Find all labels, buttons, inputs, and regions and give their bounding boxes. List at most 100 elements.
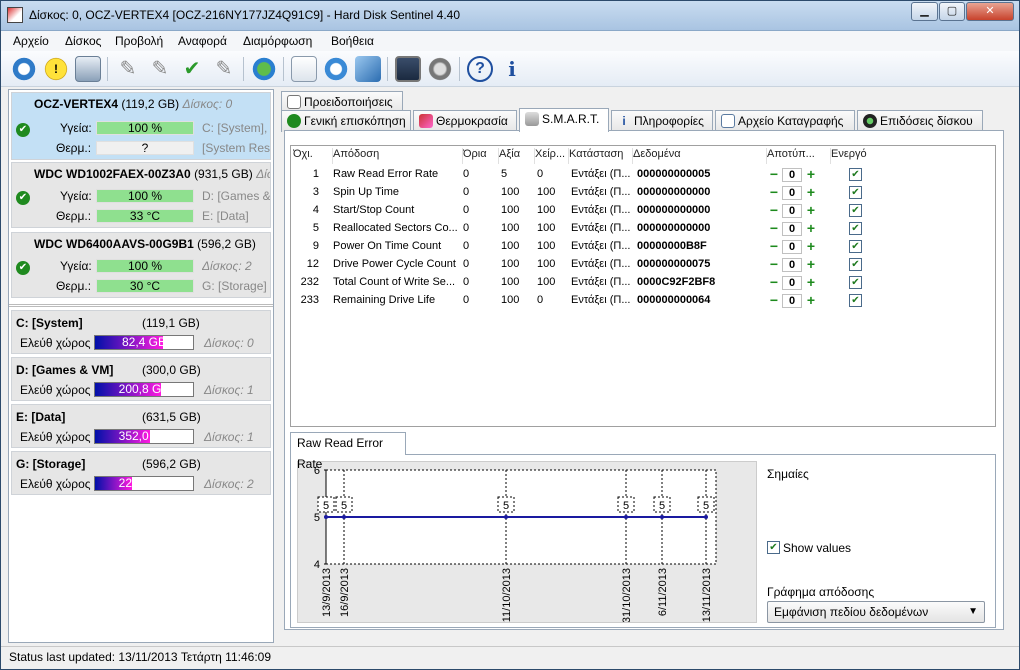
app-icon[interactable] [7, 7, 23, 23]
disk-card-2[interactable]: WDC WD6400AAVS-00G9B1 (596,2 GB) ✔ Υγεία… [11, 232, 271, 298]
plus-icon[interactable]: + [804, 239, 818, 254]
enabled-checkbox[interactable]: ✔ [849, 276, 862, 289]
tab-log[interactable]: Αρχείο Καταγραφής [715, 110, 855, 132]
volume-d[interactable]: D: [Games & VM] (300,0 GB) Ελεύθ χώρος 2… [11, 357, 271, 401]
report-icon[interactable] [291, 56, 317, 82]
volume-g[interactable]: G: [Storage] (596,2 GB) Ελεύθ χώρος 225,… [11, 451, 271, 495]
table-row[interactable]: 5 Reallocated Sectors Co... 0 100 100 Εντάξει… [291, 220, 881, 238]
menu-help[interactable]: Βοήθεια [331, 34, 374, 48]
plus-icon[interactable]: + [804, 275, 818, 290]
enabled-checkbox[interactable]: ✔ [849, 186, 862, 199]
minus-icon[interactable]: − [767, 257, 781, 272]
offset-stepper[interactable]: −0 + [767, 293, 819, 309]
offset-stepper[interactable]: −0 + [767, 275, 819, 291]
offset-stepper[interactable]: −0 + [767, 203, 819, 219]
maximize-button[interactable]: ▢ [939, 2, 965, 21]
offset-value[interactable]: 0 [782, 168, 802, 182]
tab-graph-attribute[interactable]: Raw Read Error Rate [290, 432, 406, 471]
disk-card-1[interactable]: WDC WD1002FAEX-00Z3A0 (931,5 GB) Δίσκ ✔ … [11, 162, 271, 228]
col-threshold[interactable]: Όρια [463, 148, 499, 164]
plus-icon[interactable]: + [804, 257, 818, 272]
col-status[interactable]: Κατάσταση [569, 148, 633, 164]
close-button[interactable]: ✕ [966, 2, 1014, 21]
refresh-icon[interactable] [11, 56, 37, 82]
menu-disk[interactable]: Δίσκος [65, 34, 101, 48]
minus-icon[interactable]: − [767, 275, 781, 290]
table-row[interactable]: 1 Raw Read Error Rate 0 5 0 Εντάξει (Π... 0000… [291, 166, 881, 184]
offset-value[interactable]: 0 [782, 258, 802, 272]
minus-icon[interactable]: − [767, 167, 781, 182]
col-enabled[interactable]: Ενεργό [831, 148, 879, 164]
minus-icon[interactable]: − [767, 221, 781, 236]
minus-icon[interactable]: − [767, 239, 781, 254]
graph-type-select[interactable]: Εμφάνιση πεδίου δεδομένων ▼ [767, 601, 985, 623]
offset-stepper[interactable]: −0 + [767, 167, 819, 183]
volume-c[interactable]: C: [System] (119,1 GB) Ελεύθ χώρος 82,4 … [11, 310, 271, 354]
plus-icon[interactable]: + [804, 221, 818, 236]
disk-icon[interactable] [75, 56, 101, 82]
menu-view[interactable]: Προβολή [115, 34, 163, 48]
offset-stepper[interactable]: −0 + [767, 185, 819, 201]
title-bar[interactable]: Δίσκος: 0, OCZ-VERTEX4 [OCZ-216NY177JZ4Q… [1, 1, 1019, 31]
offset-value[interactable]: 0 [782, 204, 802, 218]
offset-stepper[interactable]: −0 + [767, 221, 819, 237]
table-row[interactable]: 233 Remaining Drive Life 0 100 0 Εντάξει (Π..… [291, 292, 881, 310]
offset-stepper[interactable]: −0 + [767, 239, 819, 255]
wrench-icon[interactable]: ✎ [115, 56, 141, 82]
enabled-checkbox[interactable]: ✔ [849, 294, 862, 307]
offset-value[interactable]: 0 [782, 222, 802, 236]
speaker-icon[interactable] [427, 56, 453, 82]
plus-icon[interactable]: + [804, 293, 818, 308]
minus-icon[interactable]: − [767, 203, 781, 218]
checkbox-icon[interactable]: ✔ [767, 541, 780, 554]
table-row[interactable]: 9 Power On Time Count 0 100 100 Εντάξει (Π...… [291, 238, 881, 256]
disk-card-0[interactable]: OCZ-VERTEX4 (119,2 GB) Δίσκος: 0 ✔ Υγεία… [11, 92, 271, 160]
volume-e[interactable]: E: [Data] (631,5 GB) Ελεύθ χώρος 352,0 G… [11, 404, 271, 448]
globe-icon[interactable] [251, 56, 277, 82]
enabled-checkbox[interactable]: ✔ [849, 222, 862, 235]
enabled-checkbox[interactable]: ✔ [849, 240, 862, 253]
enabled-checkbox[interactable]: ✔ [849, 168, 862, 181]
tab-smart[interactable]: S.M.A.R.T. [519, 108, 609, 132]
plus-icon[interactable]: + [804, 203, 818, 218]
menu-report[interactable]: Αναφορά [178, 34, 227, 48]
plus-icon[interactable]: + [804, 167, 818, 182]
table-row[interactable]: 232 Total Count of Write Se... 0 100 100 Εντά… [291, 274, 881, 292]
offset-value[interactable]: 0 [782, 186, 802, 200]
show-values-checkbox[interactable]: ✔ Show values [767, 541, 887, 557]
info-icon[interactable]: i [499, 56, 525, 82]
wrench-settings-icon[interactable]: ✎ [147, 56, 173, 82]
plus-icon[interactable]: + [804, 185, 818, 200]
tab-information[interactable]: i Πληροφορίες [611, 110, 713, 132]
col-attribute[interactable]: Απόδοση [333, 148, 463, 164]
menu-configuration[interactable]: Διαμόρφωση [243, 34, 312, 48]
enabled-checkbox[interactable]: ✔ [849, 258, 862, 271]
col-id[interactable]: Όχι. [293, 148, 333, 164]
menu-file[interactable]: Αρχείο [13, 34, 49, 48]
update-icon[interactable] [323, 56, 349, 82]
enabled-checkbox[interactable]: ✔ [849, 204, 862, 217]
col-data[interactable]: Δεδομένα [633, 148, 767, 164]
col-worst[interactable]: Χείρ... [535, 148, 569, 164]
smart-table[interactable]: Όχι. Απόδοση Όρια Αξία Χείρ... Κατάσταση… [290, 145, 996, 427]
help-icon[interactable]: ? [467, 56, 493, 82]
table-row[interactable]: 4 Start/Stop Count 0 100 100 Εντάξει (Π... 000… [291, 202, 881, 220]
tab-temperature[interactable]: Θερμοκρασία [413, 110, 517, 132]
offset-value[interactable]: 0 [782, 294, 802, 308]
tab-performance[interactable]: Επιδόσεις δίσκου [857, 110, 983, 132]
wrench-alt-icon[interactable]: ✎ [211, 56, 237, 82]
table-row[interactable]: 12 Drive Power Cycle Count 0 100 100 Εντάξει … [291, 256, 881, 274]
offset-value[interactable]: 0 [782, 276, 802, 290]
table-row[interactable]: 3 Spin Up Time 0 100 100 Εντάξει (Π... 0000000… [291, 184, 881, 202]
minus-icon[interactable]: − [767, 293, 781, 308]
col-value[interactable]: Αξία [499, 148, 535, 164]
network-icon[interactable] [355, 56, 381, 82]
offset-value[interactable]: 0 [782, 240, 802, 254]
monitor-icon[interactable] [395, 56, 421, 82]
wrench-check-icon[interactable]: ✔ [179, 56, 205, 82]
warning-icon[interactable]: ! [43, 56, 69, 82]
offset-stepper[interactable]: −0 + [767, 257, 819, 273]
col-offset[interactable]: Αποτύπ... [767, 148, 831, 164]
minimize-button[interactable]: ▁ [911, 2, 938, 21]
tab-overview[interactable]: Γενική επισκόπηση [281, 110, 411, 132]
